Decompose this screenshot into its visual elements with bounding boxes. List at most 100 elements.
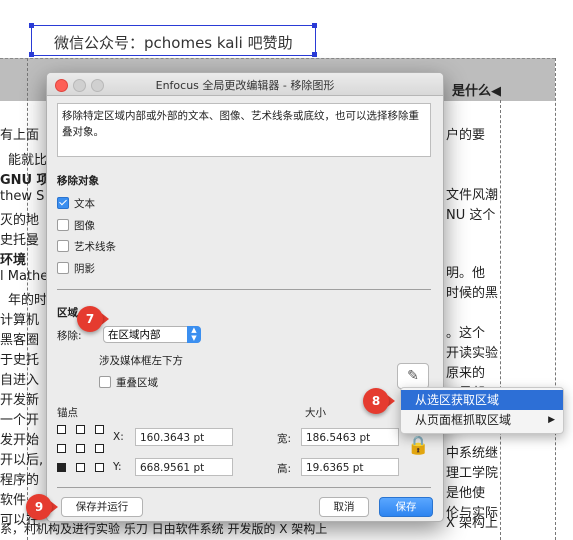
checkbox-shading-box[interactable] <box>57 262 69 274</box>
region-title: 区域 <box>57 307 78 319</box>
dialog-titlebar[interactable]: Enfocus 全局更改编辑器 - 移除图形 <box>47 73 443 96</box>
document-text-fragment: 明。他 <box>446 266 486 281</box>
document-text-fragment: 中系统继 <box>446 446 499 461</box>
remove-graphics-dialog: Enfocus 全局更改编辑器 - 移除图形 移除特定区域内部或外部的文本、图像… <box>46 72 444 522</box>
anchor-center[interactable] <box>76 444 85 453</box>
document-text-fragment: 发开始 <box>0 433 40 448</box>
document-text-fragment: 环境 <box>0 253 27 268</box>
column-guide <box>555 58 556 540</box>
region-context-menu: 从选区获取区域 从页面框抓取区域 ▶ <box>400 387 564 434</box>
anchor-middle-left[interactable] <box>57 444 66 453</box>
checkbox-text-box[interactable] <box>57 197 69 209</box>
document-text-fragment: 是他使 <box>446 486 486 501</box>
document-text-fragment: 。这个 <box>446 326 486 341</box>
anchor-bottom-right[interactable] <box>95 463 104 472</box>
document-text-fragment: 文件风潮 <box>446 188 499 203</box>
document-text-fragment: l Mathe <box>0 269 49 284</box>
checkbox-overlap-label: 重叠区域 <box>116 377 158 389</box>
checkbox-text[interactable]: 文本 <box>57 197 95 211</box>
document-text-fragment: 时候的黑 <box>446 286 499 301</box>
menu-item-get-region-from-selection[interactable]: 从选区获取区域 <box>401 390 563 410</box>
document-text-fragment: 年的时 <box>8 293 48 308</box>
anchor-top-right[interactable] <box>95 425 104 434</box>
x-label: X: <box>113 431 124 443</box>
submenu-arrow-icon: ▶ <box>548 415 555 425</box>
checkbox-text-label: 文本 <box>74 198 95 210</box>
menu-item-label: 从页面框抓取区域 <box>415 413 512 427</box>
checkbox-images-box[interactable] <box>57 219 69 231</box>
menu-item-label: 从选区获取区域 <box>415 393 500 407</box>
height-field[interactable]: 19.6365 pt <box>301 458 399 476</box>
document-text-fragment: 史托曼 <box>0 233 40 248</box>
y-field[interactable]: 668.9561 pt <box>135 458 233 476</box>
callout-8: 8 <box>363 388 389 414</box>
checkbox-overlap[interactable]: 重叠区域 <box>99 376 158 390</box>
anchor-top-center[interactable] <box>76 425 85 434</box>
column-guide <box>500 100 501 540</box>
y-label: Y: <box>113 461 122 473</box>
x-field[interactable]: 160.3643 pt <box>135 428 233 446</box>
document-text-fragment: 自进入 <box>0 373 40 388</box>
document-text-fragment: 开发新 <box>0 393 40 408</box>
wechat-label: 微信公众号：pchomes kali 吧赞助 <box>54 34 293 52</box>
checkbox-overlap-box[interactable] <box>99 376 111 388</box>
eyedropper-icon: ✎ <box>407 368 419 384</box>
document-text-fragment: 有上面 <box>0 128 40 143</box>
document-text-fragment: 户的要 <box>446 128 486 143</box>
selection-handle[interactable] <box>312 23 317 28</box>
eyedropper-button[interactable]: ✎ <box>397 363 429 389</box>
anchor-middle-right[interactable] <box>95 444 104 453</box>
height-label: 高: <box>277 463 292 475</box>
section-divider <box>57 289 431 290</box>
remove-label: 移除: <box>57 330 82 342</box>
document-text-fragment: 于史托 <box>0 353 40 368</box>
document-text-fragment: 程序的 <box>0 473 40 488</box>
anchor-bottom-center[interactable] <box>76 463 85 472</box>
document-text-fragment: 灭的地 <box>0 213 40 228</box>
save-and-run-button[interactable]: 保存并运行 <box>61 497 143 517</box>
document-text-fragment: 理工学院 <box>446 466 499 481</box>
document-text-fragment: 开以后, <box>0 453 44 468</box>
callout-7: 7 <box>77 306 103 332</box>
checkbox-images-label: 图像 <box>74 220 95 232</box>
checkbox-shading-label: 阴影 <box>74 263 95 275</box>
document-bottom-line: 系，利机构及进行实验 乐刀 日由软件系统 开发版的 X 架构上 <box>0 522 328 536</box>
document-header-text: 是什么◀ <box>452 84 501 99</box>
touching-label: 涉及媒体框左下方 <box>99 355 183 367</box>
callout-9: 9 <box>26 494 52 520</box>
selection-handle[interactable] <box>312 52 317 57</box>
remove-objects-title: 移除对象 <box>57 175 99 187</box>
width-label: 宽: <box>277 433 292 445</box>
save-button[interactable]: 保存 <box>379 497 433 517</box>
document-text-fragment: X 架构上 <box>446 516 499 531</box>
document-text-fragment: 黑客圈 <box>0 333 40 348</box>
document-text-fragment: NU 这个 <box>446 208 496 223</box>
remove-mode-value: 在区域内部 <box>108 329 161 341</box>
anchor-label: 锚点 <box>57 407 78 419</box>
cancel-button[interactable]: 取消 <box>319 497 369 517</box>
dialog-title: Enfocus 全局更改编辑器 - 移除图形 <box>155 79 335 92</box>
document-text-fragment: 一个开 <box>0 413 40 428</box>
checkbox-images[interactable]: 图像 <box>57 219 95 233</box>
lock-icon[interactable]: 🔒 <box>407 435 429 456</box>
selection-handle[interactable] <box>29 23 34 28</box>
remove-mode-select[interactable]: 在区域内部 ▲ ▼ <box>103 326 201 343</box>
checkbox-line-art-box[interactable] <box>57 240 69 252</box>
section-divider <box>57 487 431 488</box>
menu-item-grab-region-from-page-box[interactable]: 从页面框抓取区域 ▶ <box>401 410 563 430</box>
document-text-fragment: 能就比 <box>8 153 48 168</box>
description-text: 移除特定区域内部或外部的文本、图像、艺术线条或底纹，也可以选择移除重叠对象。 <box>57 103 431 157</box>
anchor-point-grid[interactable] <box>57 425 105 473</box>
selection-handle[interactable] <box>29 52 34 57</box>
anchor-top-left[interactable] <box>57 425 66 434</box>
checkbox-shading[interactable]: 阴影 <box>57 262 95 276</box>
checkbox-line-art[interactable]: 艺术线条 <box>57 240 116 254</box>
document-text-fragment: 原来的 <box>446 366 486 381</box>
document-text-fragment: 开读实验 <box>446 346 499 361</box>
chevron-updown-icon: ▲ ▼ <box>187 326 201 343</box>
width-field[interactable]: 186.5463 pt <box>301 428 399 446</box>
anchor-bottom-left[interactable] <box>57 463 66 472</box>
size-label: 大小 <box>305 407 326 419</box>
document-text-fragment: thew S <box>0 189 45 204</box>
document-text-fragment: 计算机 <box>0 313 40 328</box>
